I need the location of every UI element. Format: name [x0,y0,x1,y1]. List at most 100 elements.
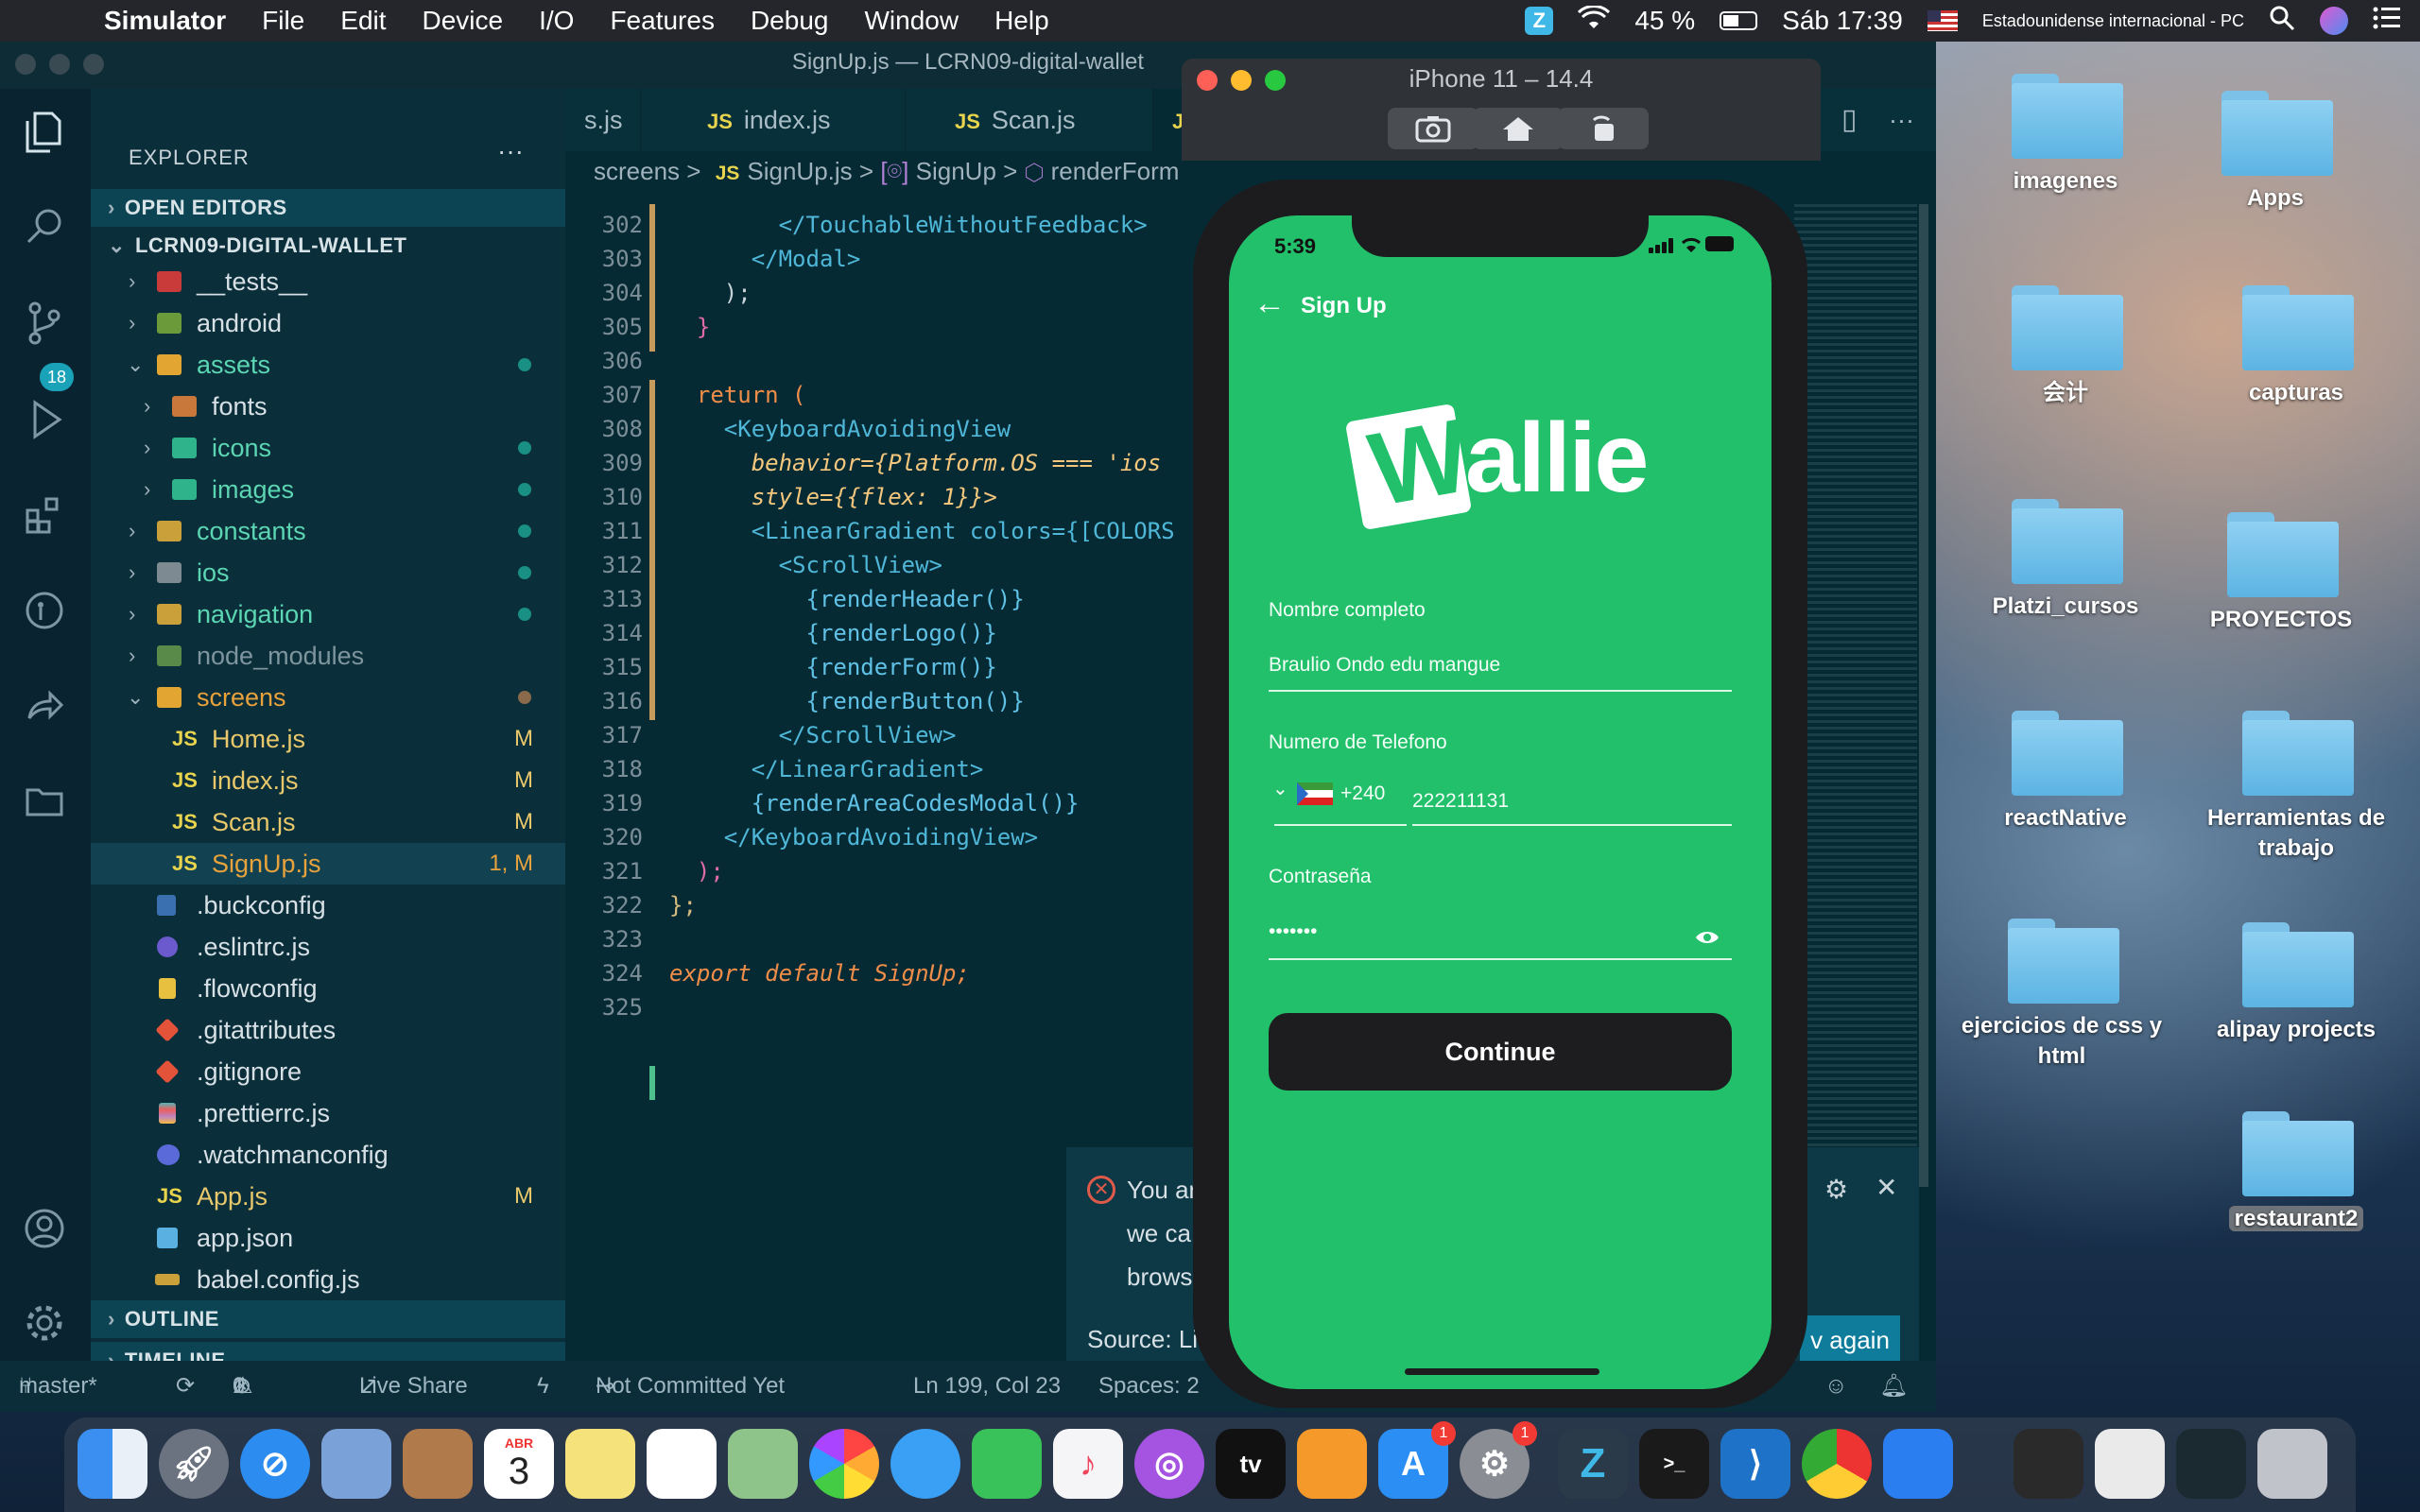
tab-index[interactable]: JS index.js [688,89,906,151]
books-icon[interactable] [1297,1429,1367,1499]
trash-icon[interactable] [2257,1429,2327,1499]
home-indicator[interactable] [1405,1368,1599,1375]
spotlight-search-icon[interactable] [2269,5,2295,38]
code-stack-icon[interactable] [2176,1429,2246,1499]
menu-device[interactable]: Device [405,6,522,36]
music-icon[interactable]: ♪ [1053,1429,1123,1499]
desktop-folder-ejercicios[interactable]: ejercicios de css y html [1944,919,2180,1108]
menu-features[interactable]: Features [592,6,733,36]
folder-icon[interactable] [21,782,68,830]
desktop-folder-reactnative[interactable]: reactNative [1947,711,2184,900]
more-actions-icon[interactable]: ··· [1870,89,1927,151]
desktop-folder-capturas[interactable]: capturas [2178,285,2414,474]
show-password-eye-icon[interactable] [1694,926,1720,953]
name-input[interactable]: Braulio Ondo edu mangue [1269,654,1500,677]
search-icon[interactable] [21,206,68,253]
tab-scan[interactable]: JS Scan.js [936,89,1153,151]
breadcrumb-folder[interactable]: screens [594,157,680,185]
safari-icon[interactable]: ⊘ [240,1429,310,1499]
tree-folder-node-modules[interactable]: › node_modules [91,635,565,677]
open-editors-section[interactable]: › OPEN EDITORS [91,189,565,227]
contacts-icon[interactable] [403,1429,473,1499]
project-section[interactable]: ⌄ LCRN09-DIGITAL-WALLET [91,227,565,265]
tree-folder-ios[interactable]: › ios [91,552,565,593]
back-arrow-icon[interactable]: ← [1253,285,1286,322]
menu-edit[interactable]: Edit [322,6,404,36]
wifi-icon[interactable] [1578,4,1611,37]
tree-file-gitignore[interactable]: .gitignore [91,1051,565,1092]
home-button[interactable] [1473,108,1564,149]
tree-folder-navigation[interactable]: › navigation [91,593,565,635]
notification-action-button[interactable]: v again [1800,1315,1900,1365]
notification-settings-gear-icon[interactable]: ⚙ [1824,1174,1848,1205]
clock[interactable]: Sáb 17:39 [1782,6,1903,36]
podcasts-icon[interactable]: ◎ [1134,1429,1204,1499]
tree-folder-android[interactable]: › android [91,302,565,344]
menu-io[interactable]: I/O [521,6,592,36]
tree-folder-constants[interactable]: › constants [91,510,565,552]
minimap[interactable] [1794,204,1917,1187]
minimize-window-button[interactable] [49,54,70,75]
phone-input[interactable]: 222211131 [1412,790,1509,813]
launchpad-icon[interactable]: 🚀︎ [159,1429,229,1499]
desktop-folder-kuaiji[interactable]: 会计 [1947,285,2184,474]
tree-folder-images[interactable]: › images [91,469,565,510]
notifications-bell-icon[interactable]: 🔔︎ [1879,1361,1908,1412]
xcode-icon[interactable] [1883,1429,1953,1499]
document-stack-icon[interactable] [2095,1429,2165,1499]
source-control-icon[interactable] [21,301,68,348]
input-source[interactable]: Estadounidense internacional - PC [1982,11,2244,31]
close-window-button[interactable] [15,54,36,75]
facetime-icon[interactable] [972,1429,1042,1499]
indentation[interactable]: Spaces: 2 [1098,1361,1200,1412]
tree-file-scan[interactable]: JS Scan.js M [91,801,565,843]
rotate-button[interactable] [1558,108,1649,149]
desktop-folder-apps[interactable]: Apps [2157,91,2394,280]
preview-icon[interactable] [321,1429,391,1499]
tree-file-index[interactable]: JS index.js M [91,760,565,801]
desktop-folder-alipay[interactable]: alipay projects [2178,922,2414,1111]
terminal-icon[interactable]: >_ [1639,1429,1709,1499]
desktop-folder-restaurant2[interactable]: restaurant2 [2178,1111,2414,1300]
cursor-position[interactable]: Ln 199, Col 23 [913,1361,1061,1412]
messages-icon[interactable] [890,1429,960,1499]
tree-folder-screens[interactable]: ⌄ screens [91,677,565,718]
menu-window[interactable]: Window [846,6,977,36]
tree-file-watchmanconfig[interactable]: .watchmanconfig [91,1134,565,1176]
menu-file[interactable]: File [244,6,322,36]
tree-file-flowconfig[interactable]: .flowconfig [91,968,565,1009]
tree-folder-fonts[interactable]: › fonts [91,386,565,427]
tree-file-prettierrc[interactable]: .prettierrc.js [91,1092,565,1134]
live-share-icon[interactable] [21,686,68,733]
vscode-dock-icon[interactable]: ⟩ [1720,1429,1790,1499]
run-debug-icon[interactable] [21,397,68,444]
breadcrumb-symbol[interactable]: renderForm [1051,157,1180,185]
desktop-folder-imagenes[interactable]: imagenes [1947,74,2184,263]
tree-folder-icons[interactable]: › icons [91,427,565,469]
notification-close-icon[interactable]: ✕ [1876,1172,1897,1203]
tree-file-buckconfig[interactable]: .buckconfig [91,885,565,926]
account-icon[interactable] [21,1208,68,1255]
calendar-icon[interactable]: ABR 3 [484,1429,554,1499]
password-input[interactable]: ••••••• [1269,920,1317,943]
menu-help[interactable]: Help [977,6,1067,36]
feedback-icon[interactable]: ☺ [1824,1361,1848,1412]
lightning-icon[interactable]: ϟ [537,1361,549,1412]
tab-home[interactable]: s.js [565,89,641,151]
chrome-icon[interactable] [1802,1429,1872,1499]
sync-icon[interactable]: ⟳ [176,1361,195,1412]
screenshot-button[interactable] [1388,108,1478,149]
editor-scrollbar[interactable] [1919,204,1928,1187]
gitlens-icon[interactable] [21,590,68,637]
photos-icon[interactable] [809,1429,879,1499]
us-flag-icon[interactable] [1927,10,1958,31]
settings-gear-icon[interactable] [21,1302,68,1349]
tree-file-app[interactable]: JS App.js M [91,1176,565,1217]
breadcrumb-symbol[interactable]: SignUp [916,157,996,185]
explorer-more-icon[interactable]: ··· [497,136,524,166]
extensions-icon[interactable] [21,493,68,541]
tree-file-home[interactable]: JS Home.js M [91,718,565,760]
tree-file-gitattributes[interactable]: .gitattributes [91,1009,565,1051]
zeplin-dock-icon[interactable]: Z [1558,1429,1628,1499]
outline-section[interactable]: › OUTLINE [91,1300,565,1338]
